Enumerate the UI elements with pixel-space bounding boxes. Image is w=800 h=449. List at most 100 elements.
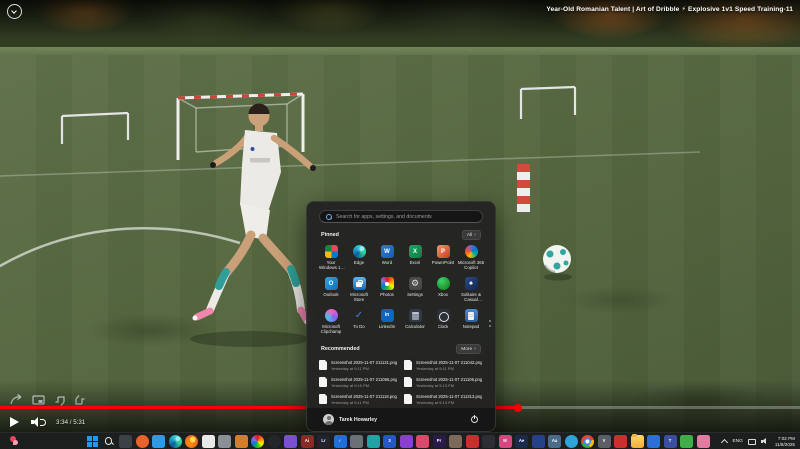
linkedin-icon: in	[381, 309, 394, 322]
chrome-icon[interactable]	[581, 435, 594, 448]
pinned-app[interactable]: ⚙ Settings	[401, 275, 429, 305]
recommended-item[interactable]: Screenshot 2025-11-07 211042.png Yesterd…	[404, 357, 483, 373]
file-explorer-icon[interactable]	[631, 435, 644, 448]
taskbar: Ai Lr ✓ 3 Pr	[0, 432, 800, 449]
telegram-icon[interactable]	[565, 435, 578, 448]
pinned-app[interactable]: Calculator	[401, 307, 429, 337]
photos-icon	[381, 277, 394, 290]
more-button[interactable]: More ›	[456, 344, 481, 354]
pinned-app[interactable]: Photos	[373, 275, 401, 305]
recommended-item[interactable]: Screenshot 2025-11-07 211313.png Yesterd…	[404, 391, 483, 407]
power-button[interactable]	[470, 415, 479, 424]
user-name: Tarek Howarley	[339, 417, 377, 423]
recommended-grid: Screenshot 2025-11-07 211131.png Yesterd…	[307, 357, 495, 407]
app-icon[interactable]: Aa	[548, 435, 561, 448]
start-button[interactable]	[86, 435, 99, 448]
pinned-page-dots[interactable]	[489, 320, 491, 327]
language-indicator[interactable]: ENG	[732, 439, 742, 444]
volume-icon[interactable]	[761, 438, 770, 446]
recommended-item-time: Yesterday at 9:11 PM	[331, 366, 397, 371]
media-player-icon[interactable]	[235, 435, 248, 448]
striped-pole	[517, 164, 530, 212]
lightroom-icon[interactable]: Lr	[317, 435, 330, 448]
teams-icon[interactable]: T	[664, 435, 677, 448]
pinned-app[interactable]: Notepad	[457, 307, 485, 337]
user-profile-button[interactable]: Tarek Howarley	[323, 414, 377, 425]
app-icon[interactable]	[680, 435, 693, 448]
xbox-icon	[437, 277, 450, 290]
recommended-item[interactable]: Screenshot 2025-11-07 211055.png Yesterd…	[319, 374, 398, 390]
pinned-app[interactable]: X Excel	[401, 243, 429, 273]
app-icon[interactable]	[400, 435, 413, 448]
widgets-icon[interactable]	[8, 435, 20, 447]
photos-icon[interactable]	[251, 435, 264, 448]
outlook-icon: O	[325, 277, 338, 290]
pinned-app[interactable]: O Outlook	[317, 275, 345, 305]
start-search-box[interactable]	[319, 210, 483, 223]
premiere-icon[interactable]: Pr	[433, 435, 446, 448]
app-icon[interactable]	[449, 435, 462, 448]
hidden-icons-chevron[interactable]	[721, 439, 728, 446]
recommended-item-title: Screenshot 2025-11-07 211131.png	[331, 360, 397, 365]
all-apps-button[interactable]: All ›	[462, 230, 481, 240]
pinned-app-label: PowerPoint	[432, 260, 454, 265]
vscode-icon[interactable]	[152, 435, 165, 448]
pinned-app[interactable]: in LinkedIn	[373, 307, 401, 337]
search-icon	[105, 437, 114, 446]
pinned-app-label: Microsoft Clipchamp	[318, 324, 345, 334]
clock[interactable]: 7:02 PM 11/8/2025	[775, 436, 795, 447]
pinned-app[interactable]: Clock	[429, 307, 457, 337]
document-icon	[319, 394, 327, 404]
app-icon[interactable]	[532, 435, 545, 448]
pinned-app[interactable]: W Word	[373, 243, 401, 273]
app-icon[interactable]: M	[499, 435, 512, 448]
recommended-item-title: Screenshot 2025-11-07 211313.png	[416, 394, 482, 399]
network-icon[interactable]	[748, 439, 756, 445]
pinned-app[interactable]: P PowerPoint	[429, 243, 457, 273]
pinned-app[interactable]: ♠ Solitaire & Casual Games	[457, 275, 485, 305]
progress-scrubber[interactable]	[514, 404, 522, 412]
app-icon[interactable]	[647, 435, 660, 448]
recommended-item[interactable]: Screenshot 2025-11-07 211118.png Yesterd…	[319, 391, 398, 407]
pinned-app[interactable]: Xbox	[429, 275, 457, 305]
pinned-app[interactable]: Your Windows 10 Apps	[317, 243, 345, 273]
app-icon[interactable]	[284, 435, 297, 448]
todo-icon[interactable]: ✓	[334, 435, 347, 448]
app-icon[interactable]	[350, 435, 363, 448]
pinned-app[interactable]: Microsoft Clipchamp	[317, 307, 345, 337]
windows-apps-icon	[325, 245, 338, 258]
pinned-app[interactable]: Microsoft 365 Copilot	[457, 243, 485, 273]
document-icon	[404, 360, 412, 370]
pinned-app[interactable]: Edge	[345, 243, 373, 273]
edge-icon[interactable]	[169, 435, 182, 448]
pinned-app[interactable]: ✓ To Do	[345, 307, 373, 337]
document-icon[interactable]	[202, 435, 215, 448]
recommended-item[interactable]: Screenshot 2025-11-07 211106.png Yesterd…	[404, 374, 483, 390]
firefox-icon[interactable]	[185, 435, 198, 448]
brave-icon[interactable]	[136, 435, 149, 448]
task-view-icon[interactable]	[119, 435, 132, 448]
background-goal-left	[62, 113, 128, 144]
app-icon[interactable]	[466, 435, 479, 448]
app-icon[interactable]: 3	[383, 435, 396, 448]
app-icon[interactable]: V	[598, 435, 611, 448]
play-button[interactable]	[10, 417, 19, 427]
app-icon[interactable]	[482, 435, 495, 448]
pinned-app[interactable]: Microsoft Store	[345, 275, 373, 305]
recommended-item[interactable]: Screenshot 2025-11-07 211131.png Yesterd…	[319, 357, 398, 373]
search-input[interactable]	[336, 214, 476, 220]
taskbar-search-button[interactable]	[103, 435, 116, 448]
app-icon[interactable]	[416, 435, 429, 448]
chevron-right-icon: ›	[474, 347, 476, 351]
after-effects-icon[interactable]: Ae	[515, 435, 528, 448]
illustrator-icon[interactable]: Ai	[301, 435, 314, 448]
app-icon[interactable]	[697, 435, 710, 448]
app-icon[interactable]	[367, 435, 380, 448]
pinned-app-label: Xbox	[438, 292, 448, 297]
search-icon	[326, 214, 332, 220]
app-icon[interactable]	[614, 435, 627, 448]
obs-icon[interactable]	[268, 435, 281, 448]
volume-icon[interactable]	[31, 417, 44, 427]
player-overlay-button[interactable]	[7, 4, 22, 19]
app-icon[interactable]	[218, 435, 231, 448]
